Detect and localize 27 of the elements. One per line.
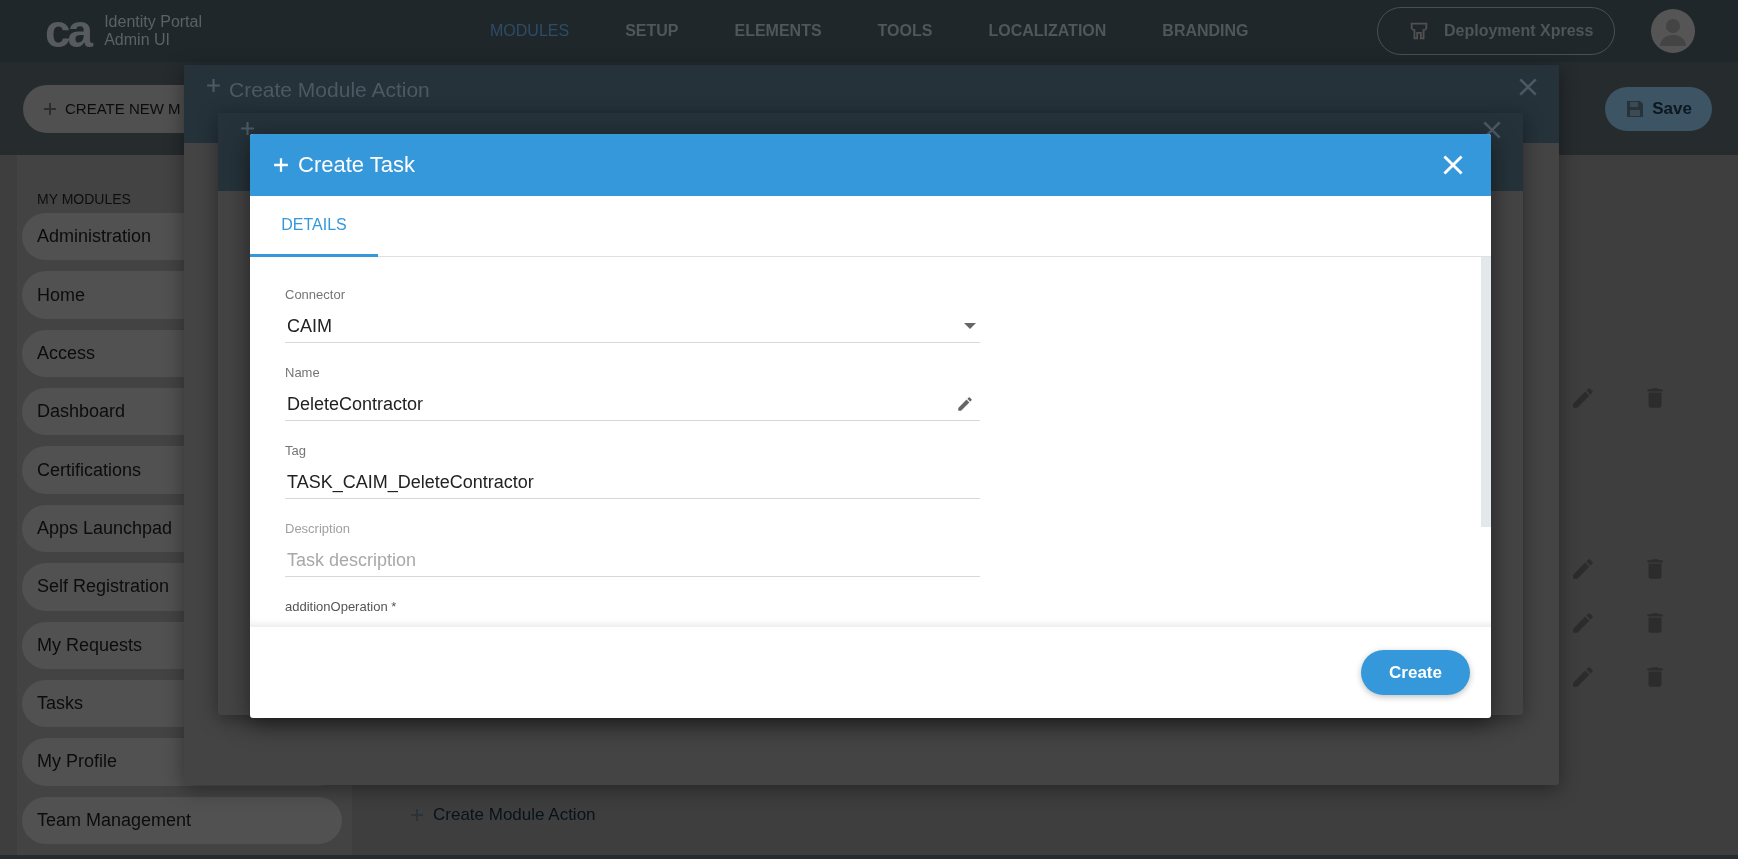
avatar-icon[interactable]	[1651, 9, 1695, 53]
plus-icon	[206, 78, 221, 93]
field-label: Name	[285, 365, 321, 380]
save-button[interactable]: Save	[1605, 86, 1712, 131]
input-field[interactable]: Task description	[285, 544, 980, 577]
store-icon	[1408, 20, 1430, 42]
product-name: Identity Portal	[104, 13, 202, 31]
plus-icon	[240, 121, 255, 136]
plus-icon	[43, 101, 57, 116]
plus-icon	[273, 157, 289, 173]
field-label: Tag	[285, 443, 307, 458]
pencil-icon[interactable]	[956, 395, 974, 413]
save-icon	[1625, 98, 1646, 119]
input-field[interactable]: TASK_CAIM_DeleteContractor	[285, 466, 980, 499]
nav-tab[interactable]: MODULES	[490, 22, 570, 40]
caret-icon	[964, 323, 976, 329]
create-button[interactable]: Create	[1361, 650, 1470, 695]
create-module-action-link[interactable]: Create Module Action	[410, 805, 1738, 825]
close-icon[interactable]	[1483, 121, 1501, 139]
scrollbar[interactable]	[1481, 257, 1491, 527]
input-field[interactable]: DeleteContractor	[285, 388, 980, 421]
sidebar-item[interactable]: Team Management	[22, 796, 342, 844]
product-subtitle: Admin UI	[104, 31, 171, 49]
tab[interactable]: DETAILS	[250, 196, 378, 257]
select-field[interactable]: CAIM	[285, 310, 980, 343]
close-icon[interactable]	[1519, 78, 1537, 96]
dialog-title: Create Task	[298, 152, 415, 178]
